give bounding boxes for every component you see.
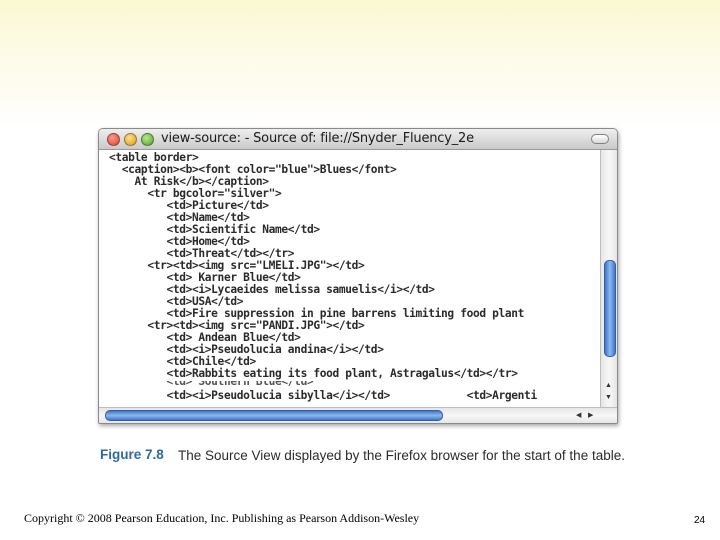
figure-caption: The Source View displayed by the Firefox… [178, 448, 625, 463]
toolbar-toggle-button[interactable] [591, 134, 609, 144]
scroll-left-arrow-icon[interactable]: ◀ [576, 411, 581, 419]
window-titlebar: view-source: - Source of: file://Snyder_… [99, 129, 617, 150]
view-source-window: view-source: - Source of: file://Snyder_… [98, 128, 618, 424]
scroll-down-arrow-icon[interactable]: ▼ [605, 394, 612, 401]
scroll-up-arrow-icon[interactable]: ▲ [605, 382, 612, 389]
window-title: view-source: - Source of: file://Snyder_… [161, 131, 474, 146]
vertical-scroll-thumb[interactable] [604, 260, 616, 357]
close-window-button[interactable] [107, 133, 120, 146]
scroll-right-arrow-icon[interactable]: ▶ [588, 411, 593, 419]
source-line: <td>Rabbits eating its food plant, Astra… [109, 367, 518, 380]
source-code-view[interactable]: <table border> <caption><b><font color="… [99, 150, 599, 404]
minimize-window-button[interactable] [124, 133, 137, 146]
vertical-scrollbar[interactable]: ▲ ▼ [600, 150, 617, 407]
source-line: <td><i>Pseudolucia sibylla</i></td> <td>… [109, 389, 537, 402]
copyright-notice: Copyright © 2008 Pearson Education, Inc.… [24, 511, 420, 525]
zoom-window-button[interactable] [141, 133, 154, 146]
figure-number: Figure 7.8 [100, 447, 164, 462]
page-number: 24 [694, 515, 706, 526]
horizontal-scrollbar[interactable]: ◀ ▶ [99, 407, 617, 423]
horizontal-scroll-thumb[interactable] [105, 410, 443, 421]
